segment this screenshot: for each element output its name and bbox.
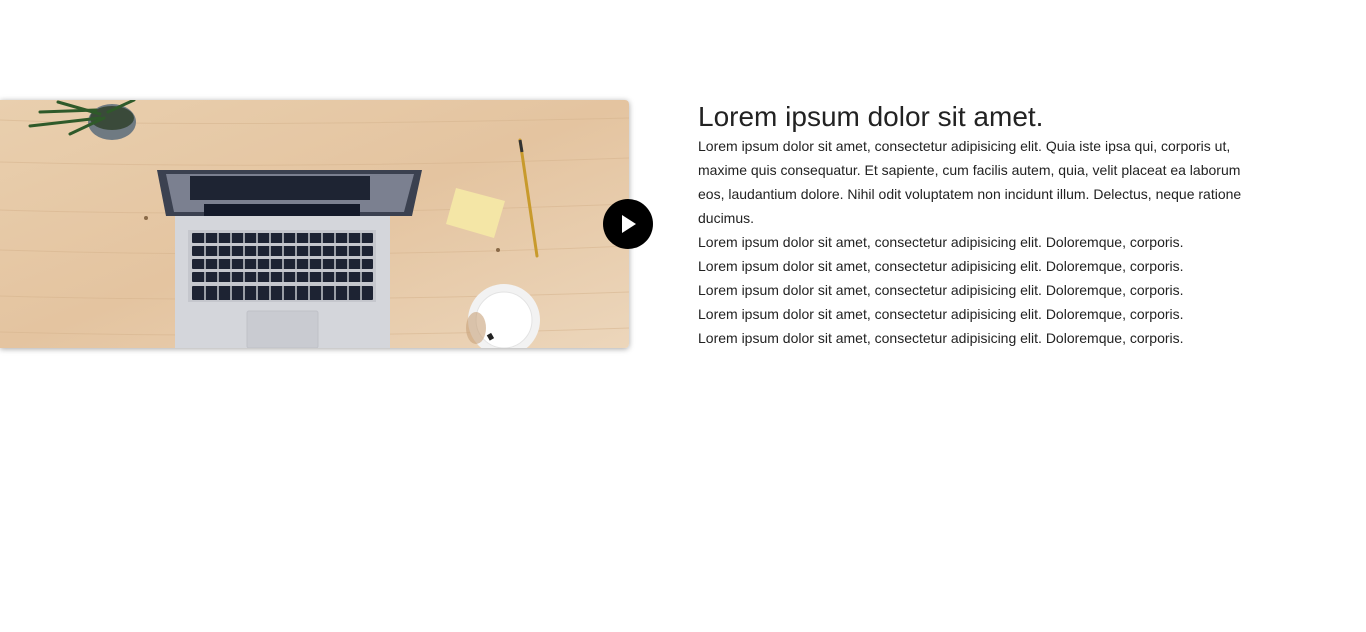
play-icon	[622, 215, 636, 233]
article-line: Lorem ipsum dolor sit amet, consectetur …	[698, 306, 1184, 322]
play-video-button[interactable]	[603, 199, 653, 249]
article-paragraph: Lorem ipsum dolor sit amet, consectetur …	[698, 138, 1242, 226]
article-line: Lorem ipsum dolor sit amet, consectetur …	[698, 330, 1184, 346]
article-line: Lorem ipsum dolor sit amet, consectetur …	[698, 282, 1184, 298]
article-lines: Lorem ipsum dolor sit amet, consectetur …	[698, 230, 1258, 350]
page: Lorem ipsum dolor sit amet. Lorem ipsum …	[0, 0, 1366, 632]
article-title: Lorem ipsum dolor sit amet.	[698, 101, 1044, 132]
article-content: Lorem ipsum dolor sit amet. Lorem ipsum …	[698, 100, 1258, 350]
article-line: Lorem ipsum dolor sit amet, consectetur …	[698, 234, 1184, 250]
article-line: Lorem ipsum dolor sit amet, consectetur …	[698, 258, 1184, 274]
laptop-desk-image	[0, 100, 629, 348]
